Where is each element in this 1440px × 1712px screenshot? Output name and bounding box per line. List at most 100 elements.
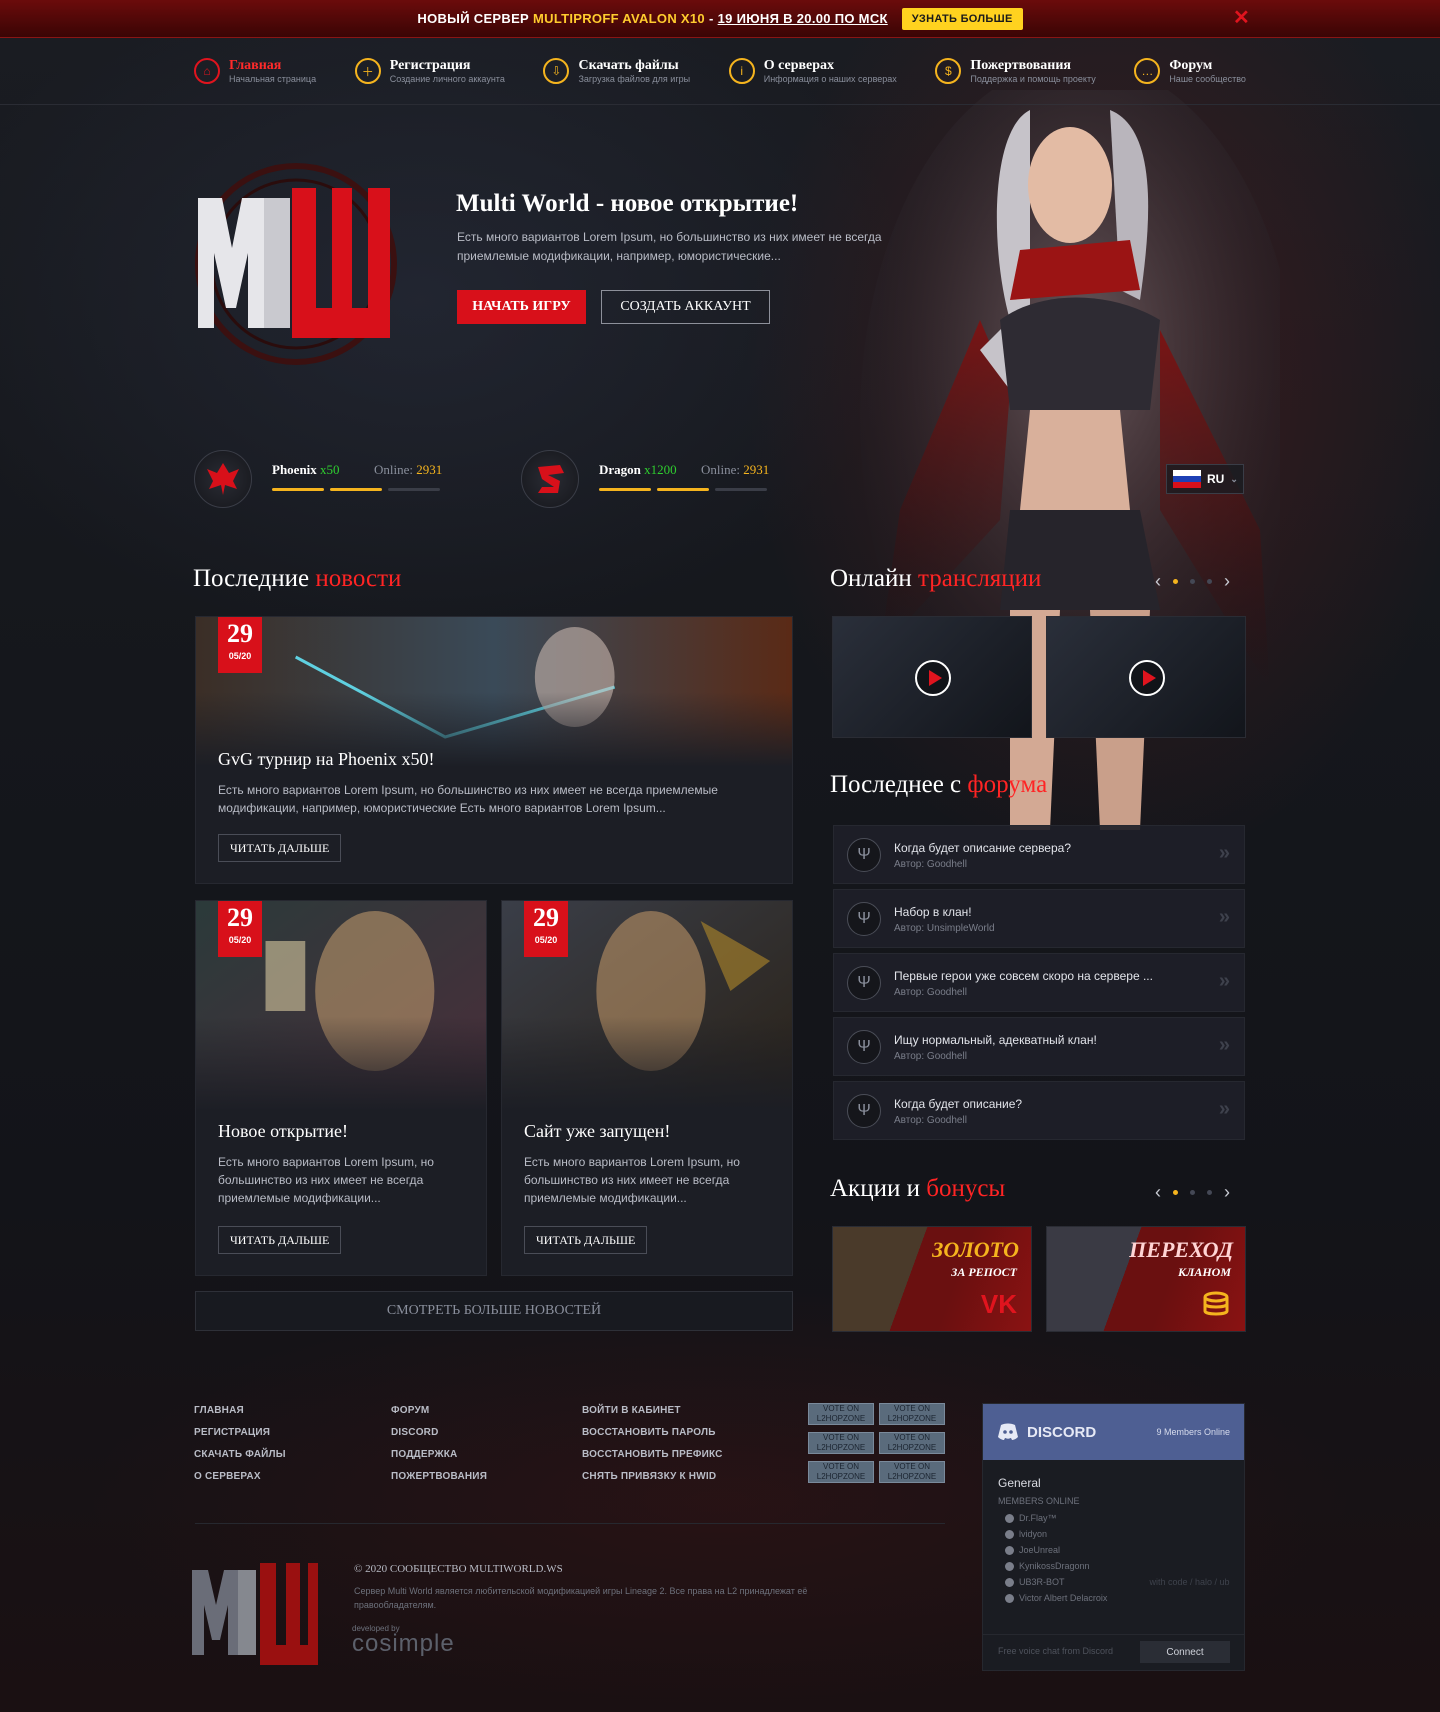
slider-dot[interactable] <box>1173 579 1178 584</box>
page-background: НОВЫЙ СЕРВЕР MULTIPROFF AVALON X10 - 19 … <box>0 0 1440 1712</box>
nav-subtitle: Поддержка и помощь проекту <box>970 73 1096 84</box>
close-icon[interactable]: ✕ <box>1233 8 1250 28</box>
nav-item-registration[interactable]: ＋ Регистрация Создание личного аккаунта <box>354 56 505 86</box>
chevron-left-icon[interactable]: ‹ <box>1155 1182 1161 1203</box>
language-selector[interactable]: RU ⌄ <box>1166 464 1244 494</box>
slider-dot[interactable] <box>1173 1190 1178 1195</box>
vote-banner[interactable]: VOTE ON L2HOPZONE <box>808 1432 874 1454</box>
promo-slider-nav: ‹ › <box>1155 1182 1230 1203</box>
vote-banner[interactable]: VOTE ON L2HOPZONE <box>808 1461 874 1483</box>
discord-member[interactable]: Dr.Flay™ <box>1005 1513 1057 1523</box>
footer-links-account: ВОЙТИ В КАБИНЕТ ВОССТАНОВИТЬ ПАРОЛЬ ВОСС… <box>582 1405 723 1493</box>
russia-flag-icon <box>1173 470 1201 488</box>
more-news-button[interactable]: СМОТРЕТЬ БОЛЬШЕ НОВОСТЕЙ <box>195 1291 793 1331</box>
footer-link[interactable]: DISCORD <box>391 1427 487 1449</box>
create-account-button[interactable]: СОЗДАТЬ АККАУНТ <box>601 290 770 324</box>
start-game-button[interactable]: НАЧАТЬ ИГРУ <box>457 290 586 324</box>
forum-topic[interactable]: Ψ Когда будет описание сервера? Автор: Goo… <box>833 825 1245 884</box>
read-more-button[interactable]: ЧИТАТЬ ДАЛЬШЕ <box>218 1226 342 1254</box>
vote-banner[interactable]: VOTE ON L2HOPZONE <box>879 1461 945 1483</box>
footer-link[interactable]: ВОССТАНОВИТЬ ПРЕФИКС <box>582 1449 723 1471</box>
coin-icon: $ <box>935 58 962 84</box>
read-more-button[interactable]: ЧИТАТЬ ДАЛЬШЕ <box>524 1226 648 1254</box>
discord-channel[interactable]: General <box>998 1476 1041 1490</box>
slider-dot[interactable] <box>1207 1190 1212 1195</box>
server-dragon[interactable]: Dragon x1200 Online: 2931 <box>521 450 771 508</box>
slider-dot[interactable] <box>1207 579 1212 584</box>
footer-link[interactable]: СКАЧАТЬ ФАЙЛЫ <box>194 1449 286 1471</box>
chevron-right-icon[interactable]: › <box>1224 571 1230 592</box>
stream-thumbnail[interactable] <box>1046 616 1246 738</box>
forum-topic[interactable]: Ψ Ищу нормальный, адекватный клан! Автор: … <box>833 1017 1245 1076</box>
online-label: Online: <box>374 462 413 477</box>
discord-connect-button[interactable]: Connect <box>1140 1641 1230 1663</box>
forum-topic[interactable]: Ψ Первые герои уже совсем скоро на сервер… <box>833 953 1245 1012</box>
nav-item-downloads[interactable]: ⇩ Скачать файлы Загрузка файлов для игры <box>543 56 690 86</box>
forum-avatar-icon: Ψ <box>847 1030 881 1064</box>
server-online: Online: 2931 <box>374 462 442 478</box>
nav-item-home[interactable]: ⌂ Главная Начальная страница <box>194 56 316 86</box>
avatar <box>1005 1593 1014 1603</box>
nav-subtitle: Начальная страница <box>229 73 317 84</box>
server-phoenix[interactable]: Phoenix x50 Online: 2931 <box>194 450 444 508</box>
forum-topic-author: Автор: Goodhell <box>894 987 967 998</box>
chevron-double-right-icon: » <box>1218 970 1230 992</box>
vote-line: L2HOPZONE <box>887 1472 937 1481</box>
footer-link[interactable]: ПОЖЕРТВОВАНИЯ <box>391 1471 487 1493</box>
slider-dot[interactable] <box>1190 1190 1195 1195</box>
forum-topic-author: Автор: Goodhell <box>894 1115 967 1126</box>
chevron-right-icon[interactable]: › <box>1224 1182 1230 1203</box>
footer-link[interactable]: СНЯТЬ ПРИВЯЗКУ К HWID <box>582 1471 723 1493</box>
promo-clan-transfer[interactable]: ПЕРЕХОД КЛАНОМ <box>1046 1226 1246 1332</box>
nav-item-forum[interactable]: … Форум Наше сообщество <box>1134 56 1246 86</box>
developer-logo[interactable]: cosimple <box>352 1630 455 1658</box>
discord-member[interactable]: UB3R-BOT with code / halo / ub <box>1005 1577 1230 1587</box>
vote-line: VOTE ON <box>893 1433 930 1442</box>
forum-topic[interactable]: Ψ Набор в клан! Автор: UnsimpleWorld » <box>833 889 1245 948</box>
read-more-button[interactable]: ЧИТАТЬ ДАЛЬШЕ <box>218 834 342 862</box>
discord-member[interactable]: JoeUnreal <box>1005 1545 1060 1555</box>
play-icon[interactable] <box>1129 660 1165 696</box>
discord-name: DISCORD <box>1027 1423 1097 1441</box>
promo-gold-repost[interactable]: ЗОЛОТО ЗА РЕПОСТ VK <box>832 1226 1032 1332</box>
vote-banner[interactable]: VOTE ON L2HOPZONE <box>879 1432 945 1454</box>
online-label: Online: <box>701 462 740 477</box>
date-month: 05/20 <box>228 935 252 945</box>
discord-member[interactable]: lvidyon <box>1005 1529 1047 1539</box>
vote-banner[interactable]: VOTE ON L2HOPZONE <box>879 1403 945 1425</box>
vote-banner[interactable]: VOTE ON L2HOPZONE <box>808 1403 874 1425</box>
avatar <box>1005 1529 1014 1539</box>
slider-dot[interactable] <box>1190 579 1195 584</box>
discord-member[interactable]: KynikossDragonn <box>1005 1561 1090 1571</box>
phoenix-icon <box>194 450 252 508</box>
promo-subtitle: КЛАНОМ <box>1177 1265 1231 1279</box>
footer-link[interactable]: РЕГИСТРАЦИЯ <box>194 1427 286 1449</box>
chevron-double-right-icon: » <box>1218 842 1230 864</box>
vote-line: L2HOPZONE <box>816 1443 866 1452</box>
footer-link[interactable]: ВОЙТИ В КАБИНЕТ <box>582 1405 723 1427</box>
banner-server-name: MULTIPROFF AVALON X10 <box>533 11 705 26</box>
stream-thumbnail[interactable] <box>832 616 1032 738</box>
banner-prefix: НОВЫЙ СЕРВЕР <box>417 11 530 26</box>
news-card[interactable]: 29 05/20 Сайт уже запущен! Есть много вар… <box>501 900 793 1276</box>
forum-heading: Последнее с форума <box>830 771 1047 799</box>
promo-title: ПЕРЕХОД <box>1129 1237 1233 1262</box>
footer-link[interactable]: О СЕРВЕРАХ <box>194 1471 286 1493</box>
banner-date: 19 ИЮНЯ В 20.00 ПО МСК <box>717 11 888 26</box>
footer-link[interactable]: ГЛАВНАЯ <box>194 1405 286 1427</box>
footer-link[interactable]: ВОССТАНОВИТЬ ПАРОЛЬ <box>582 1427 723 1449</box>
nav-item-donations[interactable]: $ Пожертвования Поддержка и помощь проект… <box>935 56 1096 86</box>
footer-link[interactable]: ПОДДЕРЖКА <box>391 1449 487 1471</box>
forum-topic[interactable]: Ψ Когда будет описание? Автор: Goodhell » <box>833 1081 1245 1140</box>
nav-item-servers[interactable]: i О серверах Информация о наших серверах <box>728 56 897 86</box>
banner-learn-more-button[interactable]: УЗНАТЬ БОЛЬШЕ <box>901 7 1023 30</box>
chevron-left-icon[interactable]: ‹ <box>1155 571 1161 592</box>
forum-topic-title: Ищу нормальный, адекватный клан! <box>894 1033 1097 1047</box>
news-card-featured[interactable]: 29 05/20 GvG турнир на Phoenix x50! Есть … <box>195 616 793 884</box>
news-card[interactable]: 29 05/20 Новое открытие! Есть много вариа… <box>195 900 487 1276</box>
forum-topic-author: Автор: UnsimpleWorld <box>894 923 995 934</box>
discord-member[interactable]: Victor Albert Delacroix <box>1005 1593 1107 1603</box>
play-icon[interactable] <box>915 660 951 696</box>
footer-link[interactable]: ФОРУМ <box>391 1405 487 1427</box>
footer-divider <box>195 1523 945 1524</box>
